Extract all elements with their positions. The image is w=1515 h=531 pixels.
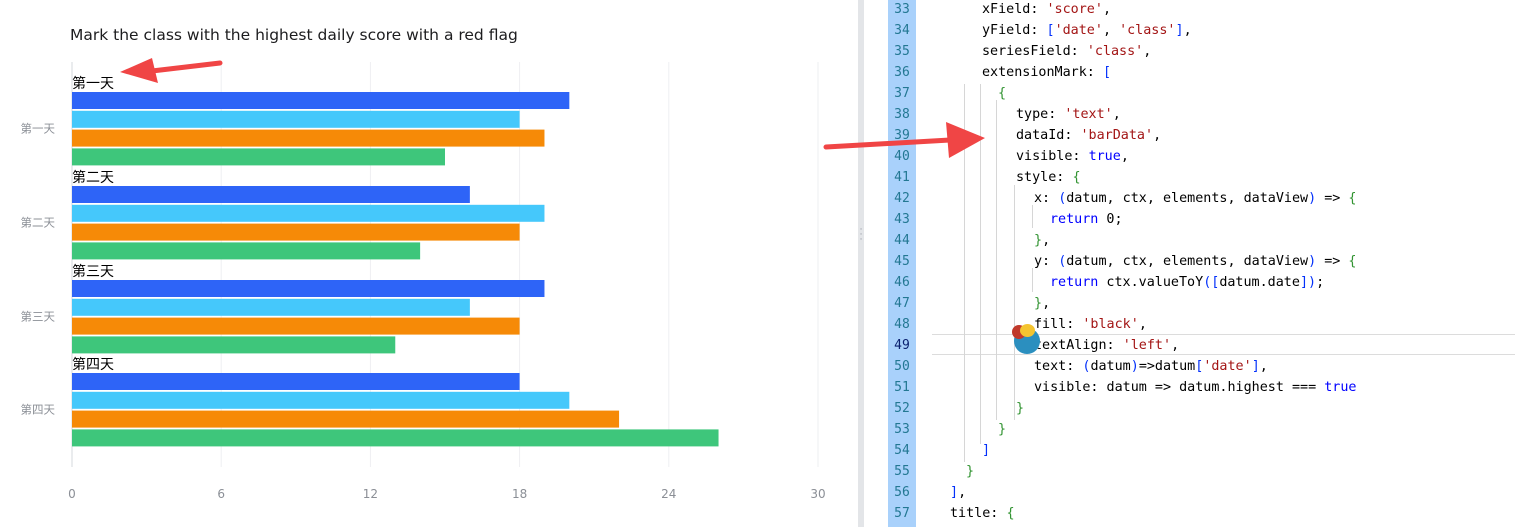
indent-guide — [1032, 268, 1033, 292]
bar — [72, 242, 421, 260]
indent-guide — [1014, 185, 1015, 420]
code-line[interactable]: visible: true, — [1016, 146, 1129, 167]
code-line[interactable]: } — [966, 461, 974, 482]
bar — [72, 129, 545, 147]
line-number: 48 — [894, 317, 910, 332]
line-number: 49 — [894, 338, 910, 353]
line-number: 57 — [894, 506, 910, 521]
code-line[interactable]: ], — [950, 482, 966, 503]
chart-panel: Mark the class with the highest daily sc… — [0, 0, 858, 527]
code-line[interactable]: x: (datum, ctx, elements, dataView) => { — [1034, 188, 1356, 209]
code-line[interactable]: xField: 'score', — [982, 0, 1111, 20]
code-line[interactable]: return 0; — [1050, 209, 1123, 230]
group-label: 第三天 — [72, 263, 114, 280]
y-tick-label: 第一天 — [21, 122, 56, 136]
line-number: 46 — [894, 275, 910, 290]
x-axis-labels: 0 6 12 18 24 30 — [68, 487, 825, 501]
annotation-arrow-right — [823, 122, 985, 158]
group-label: 第四天 — [72, 356, 114, 373]
line-number: 42 — [894, 191, 910, 206]
bar — [72, 429, 719, 447]
code-editor[interactable]: 33 34 35 36 37 38 39 40 41 42 43 44 45 46 47 48 49 50 51 52… — [864, 0, 1515, 527]
line-number: 51 — [894, 380, 910, 395]
line-number: 52 — [894, 401, 910, 416]
line-number: 35 — [894, 44, 910, 59]
line-number: 55 — [894, 464, 910, 479]
code-line[interactable]: dataId: 'barData', — [1016, 125, 1161, 146]
code-line[interactable]: }, — [1034, 230, 1050, 251]
line-number: 33 — [894, 2, 910, 17]
code-line[interactable]: }, — [1034, 293, 1050, 314]
bar — [72, 148, 445, 166]
x-tick-label: 18 — [512, 487, 527, 501]
line-number: 47 — [894, 296, 910, 311]
line-number: 34 — [894, 23, 910, 38]
code-line[interactable]: { — [998, 83, 1006, 104]
code-line[interactable]: text: (datum)=>datum['date'], — [1034, 356, 1268, 377]
code-line[interactable]: title: { — [950, 503, 1015, 524]
code-line[interactable]: return ctx.valueToY([datum.date]); — [1050, 272, 1324, 293]
group-label: 第二天 — [72, 169, 114, 186]
code-line[interactable]: yField: ['date', 'class'], — [982, 20, 1192, 41]
code-line[interactable]: textAlign: 'left', — [1034, 335, 1179, 356]
code-line[interactable]: fill: 'black', — [1034, 314, 1147, 335]
bar — [72, 280, 545, 297]
x-tick-label: 0 — [68, 487, 76, 501]
bar-chart: Mark the class with the highest daily sc… — [21, 26, 826, 501]
bar — [72, 92, 570, 109]
bar — [72, 336, 396, 354]
code-line[interactable]: seriesField: 'class', — [982, 41, 1151, 62]
chart-bars — [72, 92, 719, 447]
y-axis-labels: 第一天第二天第三天第四天 — [21, 122, 56, 417]
x-tick-label: 12 — [363, 487, 378, 501]
code-line[interactable]: visible: datum => datum.highest === true — [1034, 377, 1356, 398]
indent-guide — [1032, 205, 1033, 228]
code-line[interactable]: } — [1016, 398, 1024, 419]
code-line[interactable]: type: 'text', — [1016, 104, 1121, 125]
y-tick-label: 第四天 — [21, 403, 56, 417]
code-line[interactable]: style: { — [1016, 167, 1081, 188]
line-number: 45 — [894, 254, 910, 269]
group-label: 第一天 — [72, 75, 114, 92]
line-number: 56 — [894, 485, 910, 500]
bar — [72, 373, 520, 390]
line-number: 36 — [894, 65, 910, 80]
bar — [72, 223, 520, 241]
code-line[interactable]: y: (datum, ctx, elements, dataView) => { — [1034, 251, 1356, 272]
bar — [72, 298, 470, 316]
bar — [72, 317, 520, 335]
x-tick-label: 30 — [810, 487, 825, 501]
bar — [72, 110, 520, 128]
x-tick-label: 24 — [661, 487, 676, 501]
y-tick-label: 第三天 — [21, 310, 56, 324]
annotation-arrow-left — [120, 58, 223, 83]
code-line[interactable]: extensionMark: [ — [982, 62, 1111, 83]
line-number: 41 — [894, 170, 910, 185]
code-line[interactable]: ] — [982, 440, 990, 461]
bar — [72, 186, 470, 203]
line-number: 50 — [894, 359, 910, 374]
line-number: 53 — [894, 422, 910, 437]
paint-palette-icon[interactable] — [1012, 324, 1040, 354]
bar — [72, 391, 570, 409]
indent-guide — [996, 100, 997, 420]
line-number: 44 — [894, 233, 910, 248]
x-tick-label: 6 — [217, 487, 225, 501]
line-number: 43 — [894, 212, 910, 227]
chart-title: Mark the class with the highest daily sc… — [70, 26, 518, 44]
bar — [72, 204, 545, 222]
line-number: 37 — [894, 86, 910, 101]
code-line[interactable]: } — [998, 419, 1006, 440]
line-number: 54 — [894, 443, 910, 458]
bar — [72, 410, 620, 428]
y-tick-label: 第二天 — [21, 216, 56, 230]
